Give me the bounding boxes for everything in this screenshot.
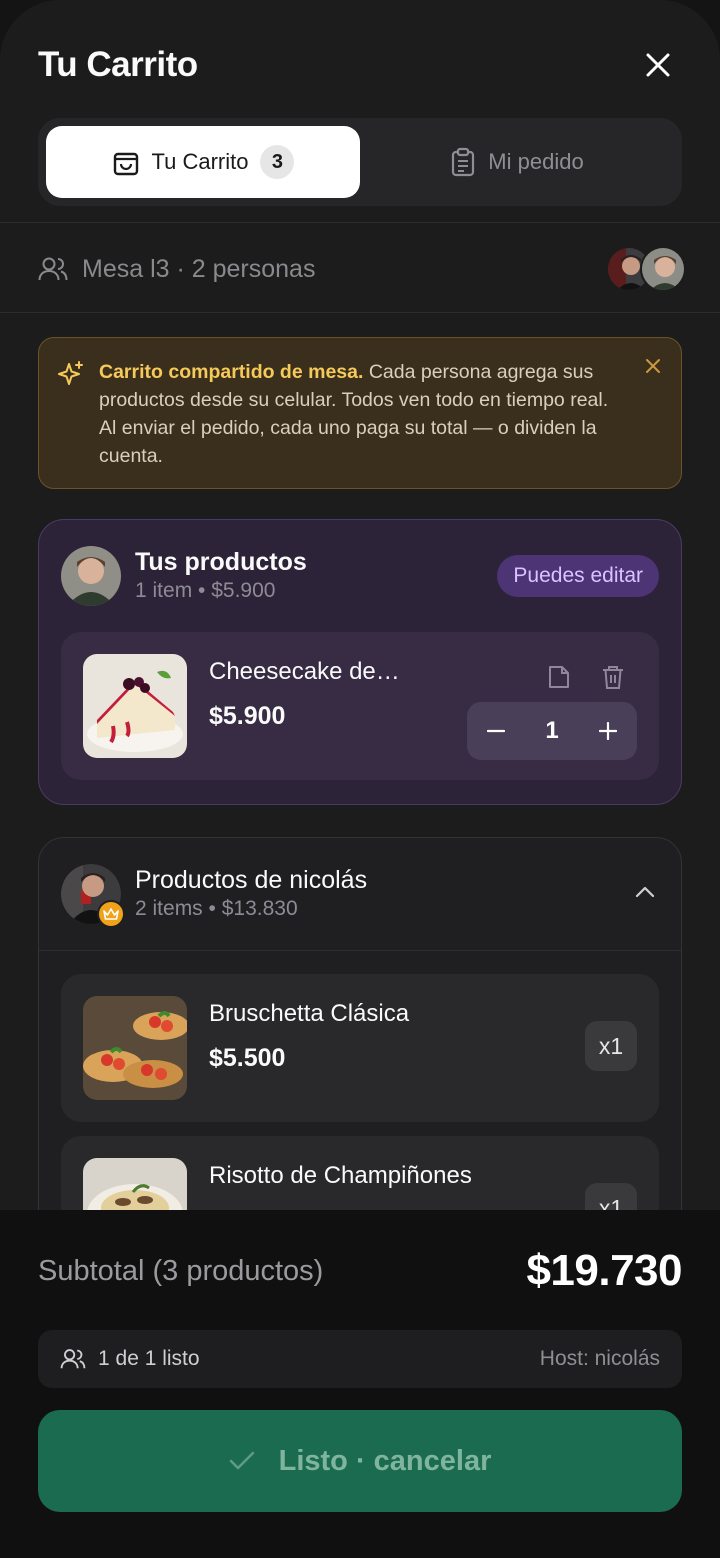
check-icon (229, 1451, 254, 1470)
ready-status-bar: 1 de 1 listo Host: nicolás (38, 1330, 682, 1388)
subtotal-row: Subtotal (3 productos) $19.730 (38, 1246, 682, 1296)
trash-icon[interactable] (601, 664, 625, 690)
product-image-bruschetta (83, 996, 187, 1100)
cart-item: Cheesecake de… $5.900 1 (61, 632, 659, 780)
ready-status: 1 de 1 listo (60, 1347, 200, 1371)
item-name: Cheesecake de… (209, 658, 400, 685)
table-info-row: Mesa l3 · 2 personas (38, 240, 686, 298)
shopping-bag-icon (113, 152, 138, 176)
shared-cart-notice: Carrito compartido de mesa. Cada persona… (38, 337, 682, 489)
product-image-cheesecake (83, 654, 187, 758)
ready-count: 1 de 1 listo (98, 1347, 200, 1370)
table-info: Mesa l3 · 2 personas (38, 255, 315, 284)
subtotal-value: $19.730 (526, 1246, 682, 1295)
quantity-value: 1 (545, 717, 559, 744)
header: Tu Carrito (38, 40, 682, 90)
avatar (61, 546, 121, 606)
list-item: Bruschetta Clásica $5.500 x1 (61, 974, 659, 1122)
plus-icon (598, 722, 617, 740)
tab-bar: Tu Carrito 3 Mi pedido (38, 118, 682, 206)
collapse-button[interactable] (635, 885, 655, 903)
my-products-header: Tus productos 1 item • $5.900 Puedes edi… (61, 546, 659, 606)
tab-label: Mi pedido (488, 149, 584, 174)
my-products-card: Tus productos 1 item • $5.900 Puedes edi… (38, 519, 682, 805)
ready-cancel-button[interactable]: Listo · cancelar (38, 1410, 682, 1512)
notice-title: Carrito compartido de mesa. (99, 361, 364, 383)
tab-label: Tu Carrito (151, 149, 249, 174)
other-products-summary: 2 items • $13.830 (135, 897, 298, 920)
my-products-title: Tus productos (135, 548, 307, 576)
my-products-heading: Tus productos 1 item • $5.900 (135, 547, 307, 605)
item-name: Risotto de Champiñones (209, 1162, 472, 1189)
other-products-heading: Productos de nicolás 2 items • $13.830 (135, 865, 367, 923)
ready-cancel-label: Listo · cancelar (278, 1444, 492, 1477)
avatar (640, 246, 686, 292)
crown-icon (103, 908, 119, 920)
my-products-summary: 1 item • $5.900 (135, 579, 276, 602)
divider (0, 222, 720, 223)
dismiss-notice-button[interactable] (645, 358, 661, 374)
item-name: Bruschetta Clásica (209, 1000, 410, 1027)
tab-mi-pedido[interactable]: Mi pedido (360, 126, 674, 198)
other-products-header[interactable]: Productos de nicolás 2 items • $13.830 (61, 864, 659, 928)
sparkles-icon (58, 361, 83, 385)
decrease-quantity-button[interactable] (485, 720, 507, 742)
note-icon[interactable] (547, 664, 571, 690)
cart-count-badge: 3 (260, 145, 295, 179)
users-icon (60, 1349, 86, 1369)
users-icon (38, 257, 68, 281)
other-products-title: Productos de nicolás (135, 866, 368, 894)
tab-tu-carrito[interactable]: Tu Carrito 3 (46, 126, 360, 198)
quantity-stepper: 1 (467, 702, 637, 760)
cart-sheet: Tu Carrito Tu Carrito 3 Mi pedido Mesa l… (0, 0, 720, 1558)
minus-icon (487, 729, 505, 733)
item-price: $5.500 (209, 1044, 286, 1072)
quantity-badge: x1 (585, 1021, 637, 1071)
item-actions (547, 664, 625, 690)
table-label: Mesa l3 · 2 personas (82, 254, 316, 283)
item-price: $5.900 (209, 702, 286, 730)
increase-quantity-button[interactable] (597, 720, 619, 742)
avatar (61, 864, 125, 928)
close-button[interactable] (634, 41, 682, 89)
cart-footer: Subtotal (3 productos) $19.730 1 de 1 li… (0, 1210, 720, 1558)
page-title: Tu Carrito (38, 45, 198, 84)
chevron-up-icon (635, 886, 655, 898)
divider (39, 950, 681, 951)
host-label: Host: nicolás (539, 1347, 660, 1370)
clipboard-icon (452, 147, 475, 177)
close-icon (646, 53, 670, 77)
participants-avatars[interactable] (606, 246, 686, 292)
host-crown-badge (97, 900, 125, 928)
divider (0, 312, 720, 313)
subtotal-label: Subtotal (3 productos) (38, 1254, 324, 1287)
can-edit-badge: Puedes editar (497, 555, 659, 597)
